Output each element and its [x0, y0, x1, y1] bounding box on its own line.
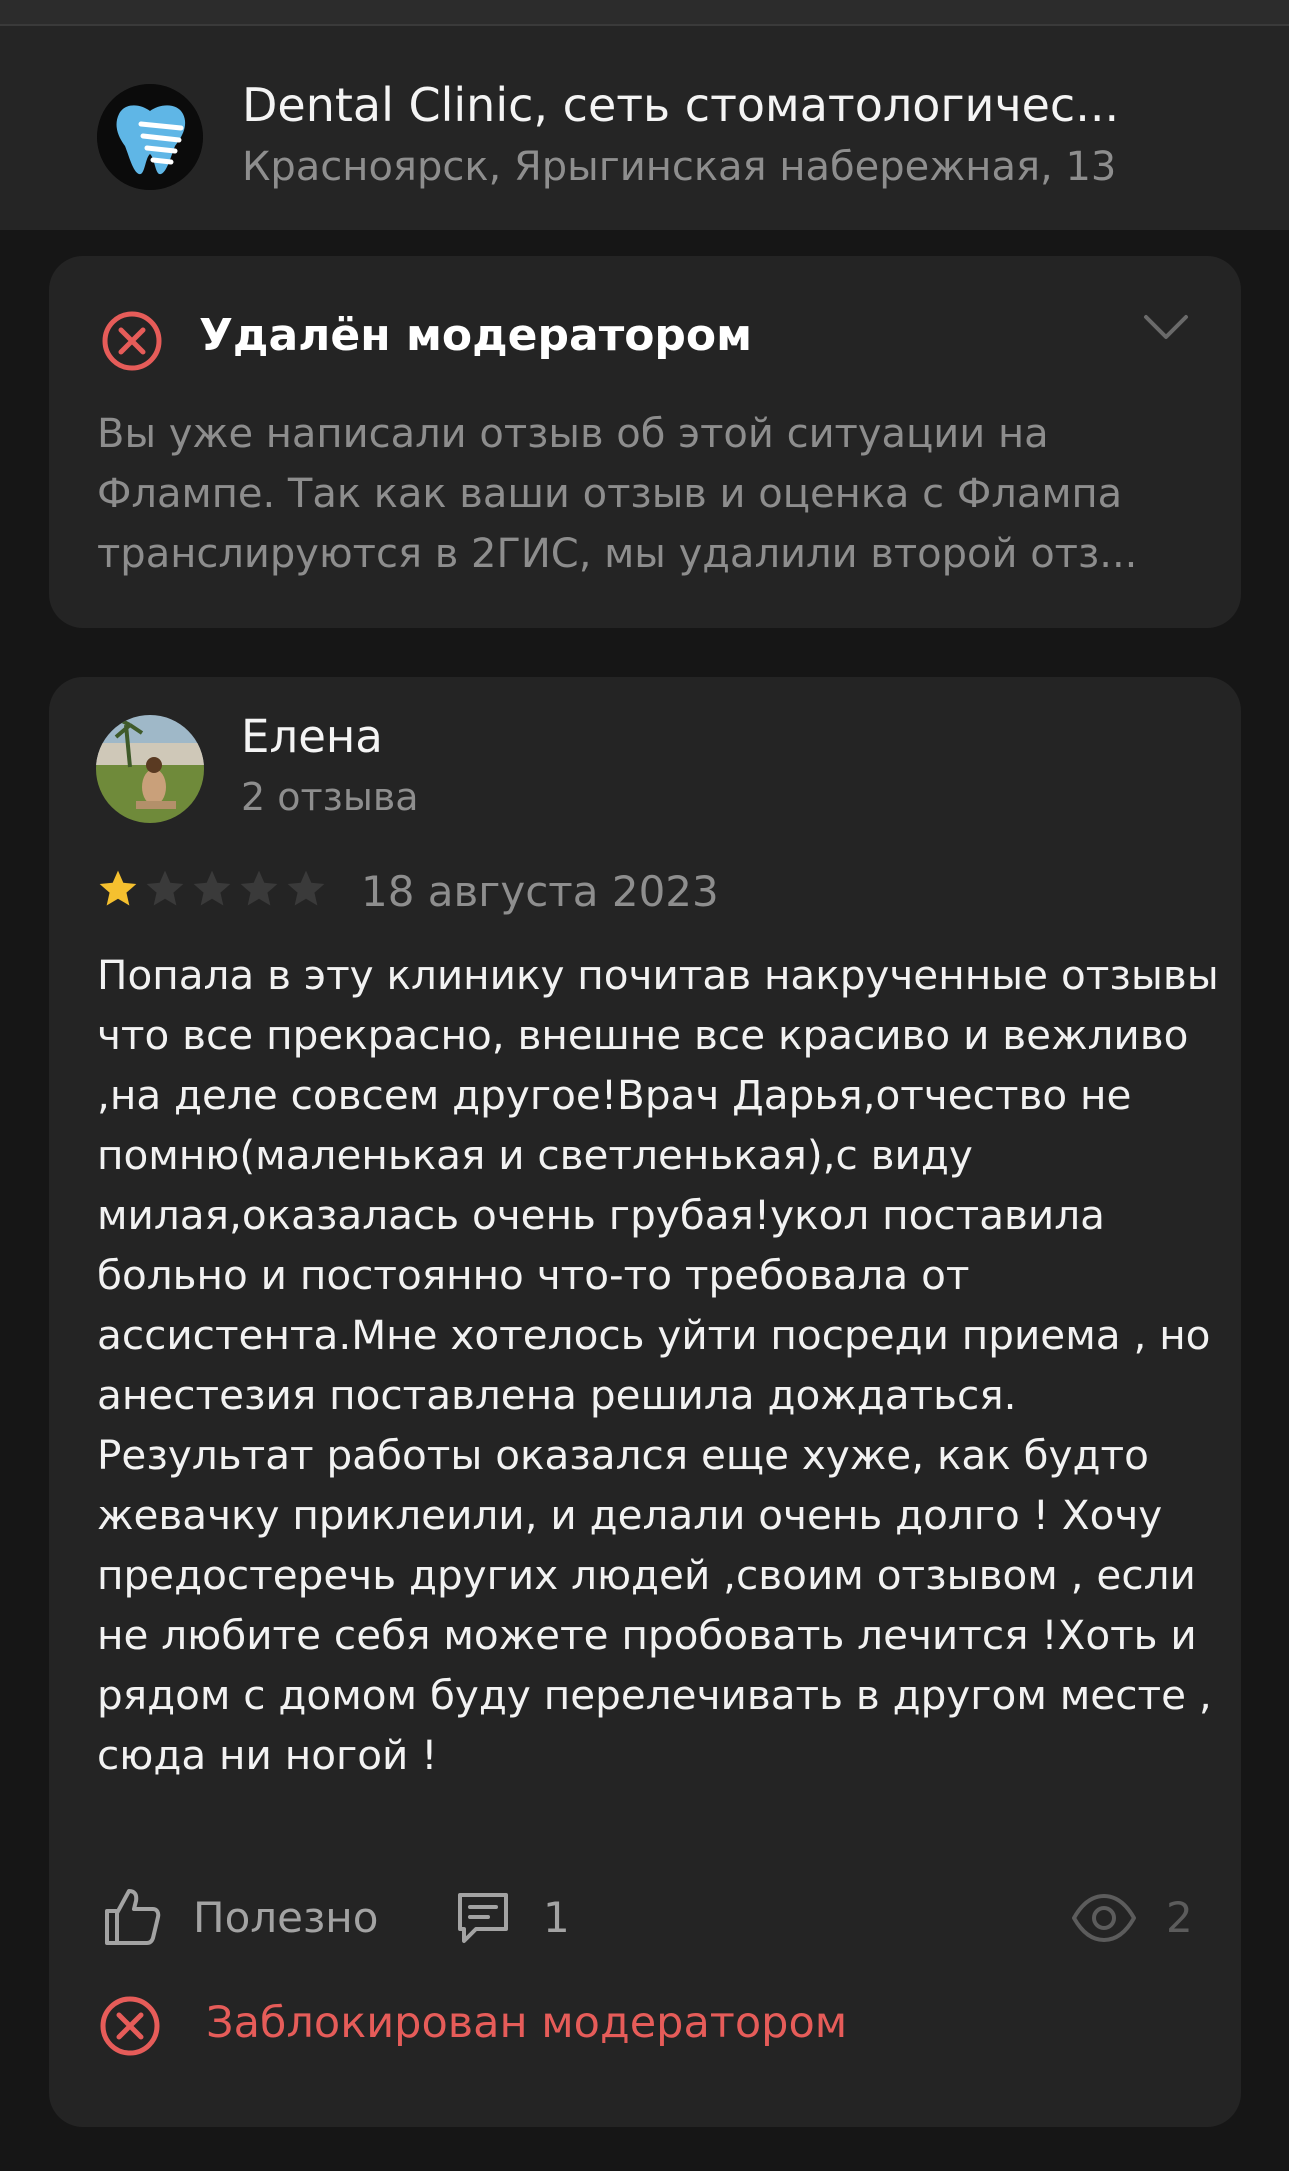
organization-title[interactable]: Dental Clinic, сеть стоматологичес...: [242, 78, 1242, 132]
moderation-notice-card[interactable]: Удалён модератором Вы уже написали отзыв…: [49, 256, 1241, 628]
star-icon: [146, 870, 184, 906]
author-name[interactable]: Елена: [241, 710, 383, 763]
thumbs-up-icon[interactable]: [101, 1885, 163, 1951]
rating-stars: [96, 867, 328, 911]
review-actions: Полезно 1 2: [49, 1877, 1241, 1957]
organization-address: Красноярск, Ярыгинская набережная, 13: [242, 144, 1117, 190]
useful-button[interactable]: Полезно: [193, 1893, 378, 1942]
eye-icon: [1071, 1893, 1137, 1947]
blocked-status: Заблокирован модератором: [206, 1998, 848, 2048]
avatar[interactable]: [96, 715, 204, 823]
views-count: 2: [1166, 1893, 1193, 1942]
star-icon: [240, 870, 278, 906]
status-bar: [0, 0, 1289, 26]
review-card: Елена 2 отзыва 18 августа 2023 Попала в …: [49, 677, 1241, 2127]
star-icon: [287, 870, 325, 906]
star-icon: [193, 870, 231, 906]
chevron-down-icon[interactable]: [1143, 312, 1189, 346]
review-date: 18 августа 2023: [361, 867, 719, 916]
moderation-title: Удалён модератором: [199, 310, 753, 361]
review-text: Попала в эту клинику почитав накрученные…: [97, 951, 1219, 1779]
organization-header[interactable]: Dental Clinic, сеть стоматологичес... Кр…: [0, 26, 1289, 230]
blocked-icon: [99, 1995, 161, 2061]
removed-icon: [101, 310, 163, 376]
moderation-text: Вы уже написали отзыв об этой ситуации н…: [97, 411, 1138, 577]
star-icon: [99, 870, 137, 906]
comment-icon[interactable]: [454, 1889, 512, 1951]
comments-count[interactable]: 1: [543, 1893, 570, 1942]
author-review-count: 2 отзыва: [241, 775, 419, 819]
tooth-logo-icon: [97, 84, 203, 190]
